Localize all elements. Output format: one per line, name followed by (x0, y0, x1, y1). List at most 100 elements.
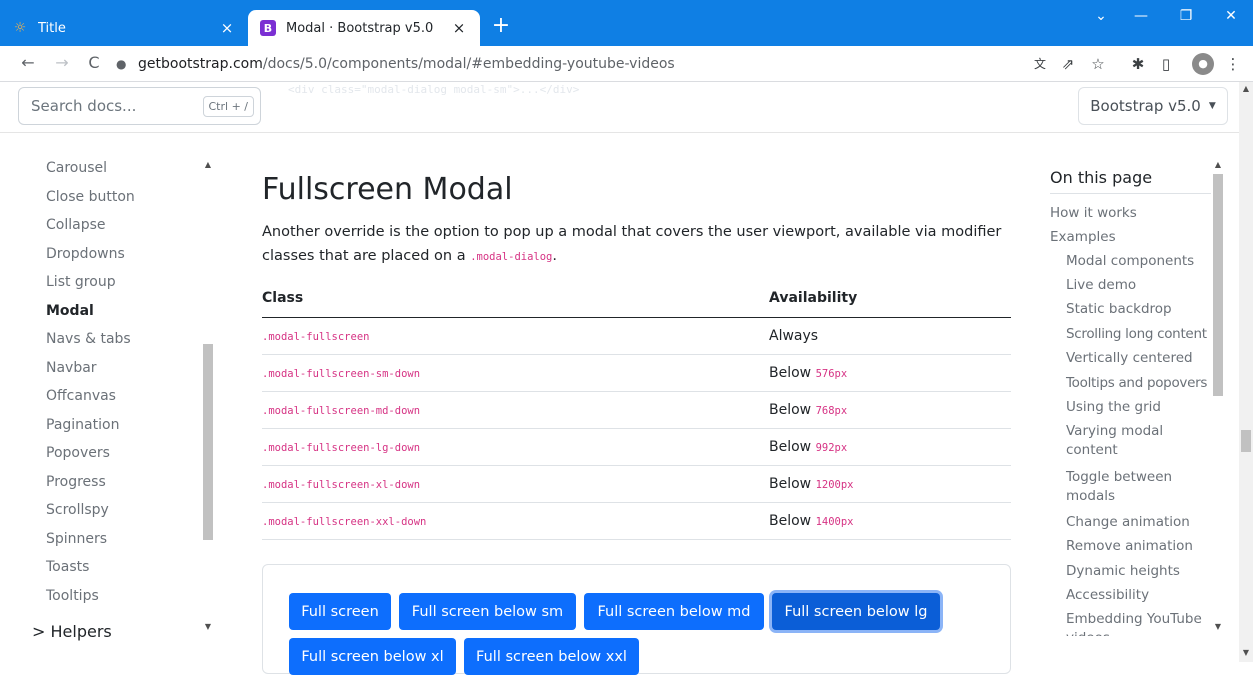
full-screen-below-sm-button[interactable]: Full screen below sm (399, 593, 576, 630)
keyboard-shortcut: Ctrl + / (202, 95, 254, 117)
version-dropdown[interactable]: Bootstrap v5.0 ▼ (1078, 87, 1228, 125)
table-header-row: Class Availability (262, 280, 1011, 318)
sidebar-item-close-button[interactable]: Close button (46, 189, 135, 205)
toc-item-dynamic-heights[interactable]: Dynamic heights (1066, 562, 1212, 581)
scroll-down-arrow-icon[interactable]: ▼ (1239, 648, 1253, 657)
sidebar-group-helpers[interactable]: > Helpers (32, 622, 112, 641)
availability-text: Below (769, 475, 812, 492)
toc-item-vertically-centered[interactable]: Vertically centered (1066, 349, 1212, 368)
availability-text: Below (769, 438, 812, 455)
full-screen-button[interactable]: Full screen (289, 593, 391, 630)
toc-item-tooltips-and-popovers[interactable]: Tooltips and popovers (1066, 374, 1216, 393)
toc-scrollbar-thumb[interactable] (1213, 174, 1223, 396)
full-screen-below-lg-button[interactable]: Full screen below lg (772, 593, 940, 630)
profile-avatar-icon[interactable]: ● (1192, 53, 1214, 75)
toc-item-scrolling-long-content[interactable]: Scrolling long content (1066, 325, 1216, 344)
bootstrap-logo-icon: B (260, 20, 276, 36)
table-row: .modal-fullscreen-lg-down Below 992px (262, 428, 1011, 466)
class-code: .modal-fullscreen-xl-down (262, 478, 421, 491)
sidebar-item-modal[interactable]: Modal (46, 303, 94, 319)
toc-item-remove-animation[interactable]: Remove animation (1066, 537, 1212, 556)
page-scrollbar-thumb[interactable] (1241, 430, 1251, 452)
search-placeholder: Search docs... (31, 97, 137, 115)
search-docs-input[interactable]: Search docs... Ctrl + / (18, 87, 261, 125)
sidebar-item-spinners[interactable]: Spinners (46, 531, 107, 547)
sidebar-item-collapse[interactable]: Collapse (46, 217, 106, 233)
chevron-down-icon[interactable]: ⌄ (1081, 8, 1121, 24)
sidebar-item-tooltips[interactable]: Tooltips (46, 588, 99, 604)
new-tab-button[interactable]: + (486, 12, 516, 40)
sidebar-item-toasts[interactable]: Toasts (46, 559, 89, 575)
sidebar-scrollbar[interactable]: ▲ ▼ (201, 160, 215, 636)
tab-modal-bootstrap[interactable]: B Modal · Bootstrap v5.0 × (248, 10, 480, 46)
availability-text: Below (769, 364, 812, 381)
side-panel-icon[interactable]: ▯ (1155, 53, 1177, 75)
forward-arrow-icon[interactable]: → (50, 51, 74, 75)
sidebar-item-progress[interactable]: Progress (46, 474, 106, 490)
full-screen-below-xxl-button[interactable]: Full screen below xxl (464, 638, 639, 675)
full-screen-below-md-button[interactable]: Full screen below md (584, 593, 764, 630)
scroll-down-arrow-icon[interactable]: ▼ (1211, 622, 1225, 631)
scroll-up-arrow-icon[interactable]: ▲ (1211, 160, 1225, 169)
toc-item-modal-components[interactable]: Modal components (1066, 252, 1212, 271)
header-availability: Availability (769, 280, 1011, 318)
extensions-icon[interactable]: ✱ (1127, 53, 1149, 75)
version-label: Bootstrap v5.0 (1090, 97, 1201, 115)
toc-scrollbar[interactable]: ▲ ▼ (1211, 160, 1225, 636)
toc-item-static-backdrop[interactable]: Static backdrop (1066, 300, 1212, 319)
toc-item-live-demo[interactable]: Live demo (1066, 276, 1212, 295)
tab-title[interactable]: ☼ Title × (0, 10, 248, 46)
window-close-button[interactable]: ✕ (1211, 8, 1251, 24)
sidebar-item-offcanvas[interactable]: Offcanvas (46, 388, 116, 404)
class-code: .modal-fullscreen-lg-down (262, 441, 421, 454)
close-icon[interactable]: × (450, 19, 468, 37)
page-scrollbar[interactable]: ▲ ▼ (1239, 82, 1253, 662)
class-code: .modal-fullscreen-md-down (262, 404, 421, 417)
tab-label: Title (38, 20, 66, 36)
caret-down-icon: ▼ (1208, 101, 1216, 111)
share-icon[interactable]: ⇗ (1057, 53, 1079, 75)
star-icon[interactable]: ☆ (1087, 53, 1109, 75)
minimize-button[interactable]: — (1121, 8, 1161, 24)
sidebar-item-carousel[interactable]: Carousel (46, 160, 107, 176)
header-class: Class (262, 280, 769, 318)
lead-code: .modal-dialog (470, 251, 553, 263)
sidebar-item-scrollspy[interactable]: Scrollspy (46, 502, 109, 518)
translate-icon[interactable]: 文 (1029, 53, 1051, 75)
close-icon[interactable]: × (218, 19, 236, 37)
breakpoint-code: 1200px (815, 478, 854, 491)
toc-item-toggle-between-modals[interactable]: Toggle between modals (1066, 468, 1184, 506)
toc-item-embedding-youtube-videos[interactable]: Embedding YouTube videos (1066, 610, 1212, 636)
scroll-up-arrow-icon[interactable]: ▲ (201, 160, 215, 169)
lock-icon: ● (116, 57, 127, 71)
url-path: /docs/5.0/components/modal/#embedding-yo… (262, 56, 675, 72)
sidebar-item-dropdowns[interactable]: Dropdowns (46, 246, 125, 262)
scroll-down-arrow-icon[interactable]: ▼ (201, 622, 215, 631)
url-host: getbootstrap.com (138, 56, 263, 72)
lead-text-end: . (552, 248, 557, 264)
restore-button[interactable]: ❐ (1166, 8, 1206, 24)
toc-divider (1050, 193, 1212, 194)
breakpoint-code: 992px (815, 441, 848, 454)
sidebar-item-navs-tabs[interactable]: Navs & tabs (46, 331, 131, 347)
sidebar-item-popovers[interactable]: Popovers (46, 445, 110, 461)
menu-icon[interactable]: ⋮ (1222, 53, 1244, 75)
toc-item-how-it-works[interactable]: How it works (1050, 204, 1196, 223)
toc-item-examples[interactable]: Examples (1050, 228, 1196, 247)
address-bar[interactable]: ● getbootstrap.com/docs/5.0/components/m… (116, 50, 1016, 78)
toc-item-varying-modal-content[interactable]: Varying modal content (1066, 422, 1176, 460)
toc-item-using-the-grid[interactable]: Using the grid (1066, 398, 1212, 417)
availability-text: Below (769, 512, 812, 529)
toc-item-accessibility[interactable]: Accessibility (1066, 586, 1212, 605)
reload-icon[interactable]: C (82, 51, 106, 75)
full-screen-below-xl-button[interactable]: Full screen below xl (289, 638, 456, 675)
faint-code-snippet: <div class="modal-dialog modal-sm">...</… (288, 83, 580, 96)
sidebar-item-list-group[interactable]: List group (46, 274, 116, 290)
scroll-up-arrow-icon[interactable]: ▲ (1239, 84, 1253, 93)
sidebar-item-navbar[interactable]: Navbar (46, 360, 97, 376)
table-row: .modal-fullscreen Always (262, 317, 1011, 355)
sidebar-scrollbar-thumb[interactable] (203, 344, 213, 540)
toc-item-change-animation[interactable]: Change animation (1066, 513, 1212, 532)
back-arrow-icon[interactable]: ← (16, 51, 40, 75)
sidebar-item-pagination[interactable]: Pagination (46, 417, 119, 433)
